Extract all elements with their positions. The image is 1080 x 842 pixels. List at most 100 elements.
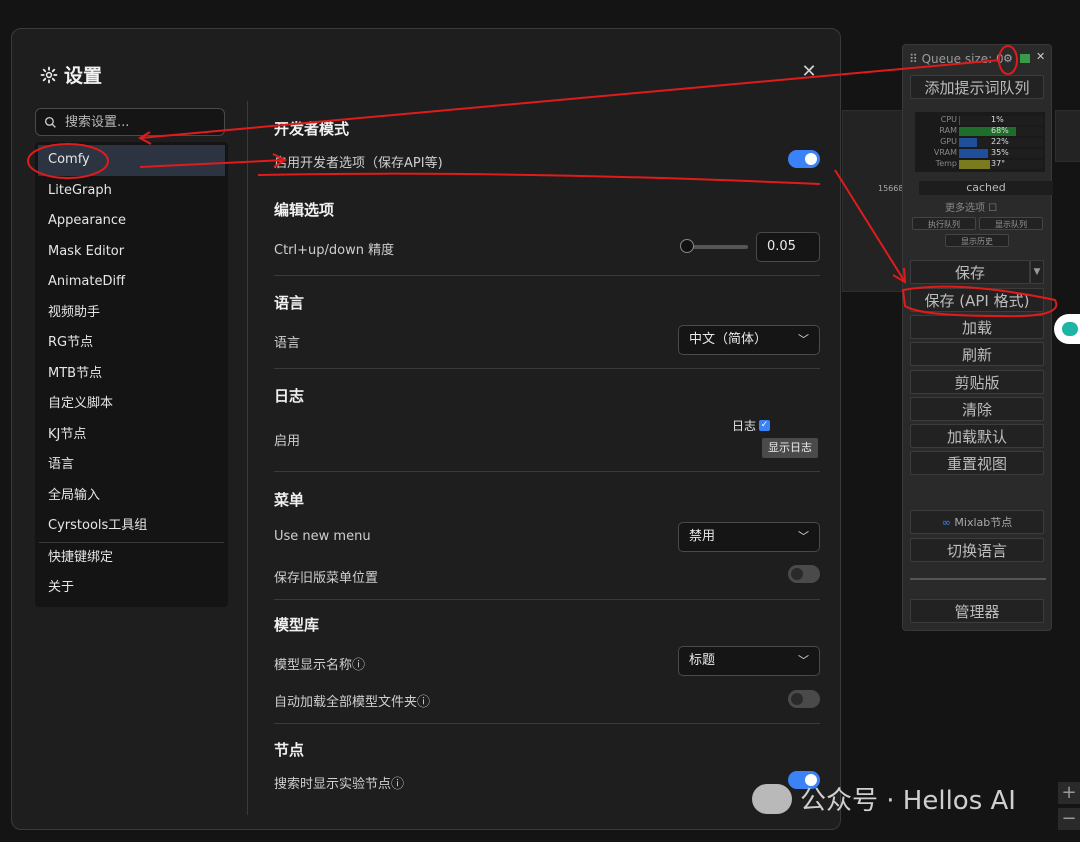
stat-vram: VRAM 35% — [915, 148, 1045, 159]
reset-view-button[interactable]: 重置视图 — [910, 451, 1044, 475]
add-queue-button[interactable]: 添加提示词队列 — [910, 75, 1044, 99]
section-title-model: 模型库 — [274, 616, 320, 634]
nav-item-global-input[interactable]: 全局输入 — [35, 481, 228, 512]
mixlab-button[interactable]: ∞ Mixlab节点 — [910, 510, 1044, 534]
dev-mode-toggle[interactable] — [788, 150, 820, 168]
stat-cpu: CPU 1% — [915, 115, 1045, 126]
section-title-nodes: 节点 — [274, 741, 305, 759]
precision-label: Ctrl+up/down 精度 — [274, 243, 395, 258]
nav-item-about[interactable]: 关于 — [35, 573, 228, 604]
clipspace-button[interactable]: 剪贴版 — [910, 370, 1044, 394]
nav-item-comfy[interactable]: Comfy — [38, 145, 225, 176]
section-title-edit: 编辑选项 — [274, 201, 335, 219]
section-title-language: 语言 — [274, 294, 305, 312]
background-node-right — [1055, 110, 1080, 162]
nav-item-video-helper[interactable]: 视频助手 — [35, 298, 228, 329]
show-queue-button[interactable]: 显示队列 — [979, 217, 1043, 230]
chevron-down-icon: ﹀ — [798, 654, 809, 667]
nav-item-keybindings[interactable]: 快捷键绑定 — [35, 543, 228, 574]
slider-thumb[interactable] — [680, 239, 694, 253]
chevron-down-icon: ﹀ — [798, 333, 809, 346]
checkbox-check-icon: ✓ — [759, 420, 771, 431]
legacy-menu-toggle[interactable] — [788, 565, 820, 583]
more-options[interactable]: 更多选项 ☐ — [945, 199, 997, 214]
refresh-button[interactable]: 刷新 — [910, 342, 1044, 366]
info-icon: ⓘ — [352, 658, 366, 673]
nav-item-appearance[interactable]: Appearance — [35, 206, 228, 237]
watermark: 公众号 · Hellos AI — [752, 780, 1016, 817]
nav-item-cyrstools[interactable]: Cyrstools工具组 — [35, 511, 228, 542]
new-menu-label: Use new menu — [274, 529, 371, 544]
nav-item-mask-editor[interactable]: Mask Editor — [35, 237, 228, 268]
resource-monitor: CPU 1% RAM 68% GPU 22% VRAM 35% Temp 37° — [915, 112, 1045, 172]
search-input[interactable] — [63, 113, 217, 131]
new-menu-value: 禁用 — [689, 529, 716, 544]
section-title-log: 日志 — [274, 387, 305, 405]
stat-temp: Temp 37° — [915, 159, 1045, 170]
model-name-select[interactable]: 标题 ﹀ — [678, 646, 820, 676]
new-menu-select[interactable]: 禁用 ﹀ — [678, 522, 820, 552]
clear-button[interactable]: 清除 — [910, 397, 1044, 421]
close-icon[interactable]: ✕ — [1036, 50, 1045, 63]
image-icon[interactable] — [1020, 54, 1030, 63]
nav-item-language[interactable]: 语言 — [35, 450, 228, 481]
language-label: 语言 — [274, 336, 301, 351]
close-icon: ✕ — [801, 61, 817, 82]
bg-number: 15668 — [878, 184, 904, 193]
precision-input[interactable]: 0.05 — [756, 232, 820, 262]
nav-item-custom-scripts[interactable]: 自定义脚本 — [35, 389, 228, 420]
nav-item-mtb-nodes[interactable]: MTB节点 — [35, 359, 228, 390]
divider — [274, 275, 820, 276]
model-name-value: 标题 — [689, 653, 716, 668]
stat-gpu: GPU 22% — [915, 137, 1045, 148]
panel-divider — [910, 578, 1046, 580]
info-icon: ⓘ — [417, 695, 431, 710]
load-button[interactable]: 加载 — [910, 315, 1044, 339]
nav-item-rg-nodes[interactable]: RG节点 — [35, 328, 228, 359]
search-icon — [44, 116, 56, 128]
switch-language-button[interactable]: 切换语言 — [910, 538, 1044, 562]
gear-icon — [40, 66, 58, 83]
divider — [274, 599, 820, 600]
language-select[interactable]: 中文（简体） ﹀ — [678, 325, 820, 355]
language-value: 中文（简体） — [689, 332, 768, 347]
nav-item-kj-nodes[interactable]: KJ节点 — [35, 420, 228, 451]
zoom-in-icon[interactable]: + — [1058, 782, 1080, 804]
show-history-button[interactable]: 显示历史 — [945, 234, 1009, 247]
zoom-out-icon[interactable]: − — [1058, 808, 1080, 830]
nav-item-animatediff[interactable]: AnimateDiff — [35, 267, 228, 298]
log-enable-label: 启用 — [274, 434, 301, 449]
experimental-nodes-label: 搜索时显示实验节点ⓘ — [274, 777, 405, 792]
floating-assistant-icon[interactable] — [1054, 314, 1080, 344]
dialog-title: 设置 — [40, 61, 102, 88]
gear-icon[interactable]: ⚙ — [1003, 52, 1013, 65]
close-button[interactable]: ✕ — [800, 63, 818, 81]
manager-button[interactable]: 管理器 — [910, 599, 1044, 623]
info-icon: ⓘ — [391, 777, 405, 792]
log-checkbox-label: 日志 — [732, 419, 757, 433]
divider — [274, 723, 820, 724]
stat-ram: RAM 68% — [915, 126, 1045, 137]
dev-mode-label: 启用开发者选项（保存API等) — [274, 156, 443, 171]
divider — [274, 471, 820, 472]
vertical-divider — [247, 101, 248, 815]
save-api-button[interactable]: 保存 (API 格式) — [910, 288, 1044, 312]
precision-slider[interactable] — [680, 239, 748, 253]
queue-panel: ⠿ Queue size: 0 ⚙ ✕ 添加提示词队列 CPU 1% RAM 68%… — [902, 44, 1053, 631]
show-log-button[interactable]: 显示日志 — [762, 438, 818, 458]
chevron-down-icon: ﹀ — [798, 530, 809, 543]
nav-item-litegraph[interactable]: LiteGraph — [35, 176, 228, 207]
settings-search[interactable] — [35, 108, 225, 136]
save-button[interactable]: 保存 — [910, 260, 1030, 284]
model-name-label: 模型显示名称ⓘ — [274, 658, 366, 673]
section-title-menu: 菜单 — [274, 491, 305, 509]
load-default-button[interactable]: 加载默认 — [910, 424, 1044, 448]
autoload-toggle[interactable] — [788, 690, 820, 708]
log-checkbox[interactable]: 日志 ✓ — [732, 417, 771, 434]
dialog-title-text: 设置 — [64, 65, 103, 87]
settings-nav: Comfy LiteGraph Appearance Mask Editor A… — [35, 142, 228, 607]
divider — [274, 368, 820, 369]
cached-label: cached — [919, 181, 1053, 195]
save-dropdown-icon[interactable]: ▼ — [1030, 260, 1044, 284]
exec-queue-button[interactable]: 执行队列 — [912, 217, 976, 230]
